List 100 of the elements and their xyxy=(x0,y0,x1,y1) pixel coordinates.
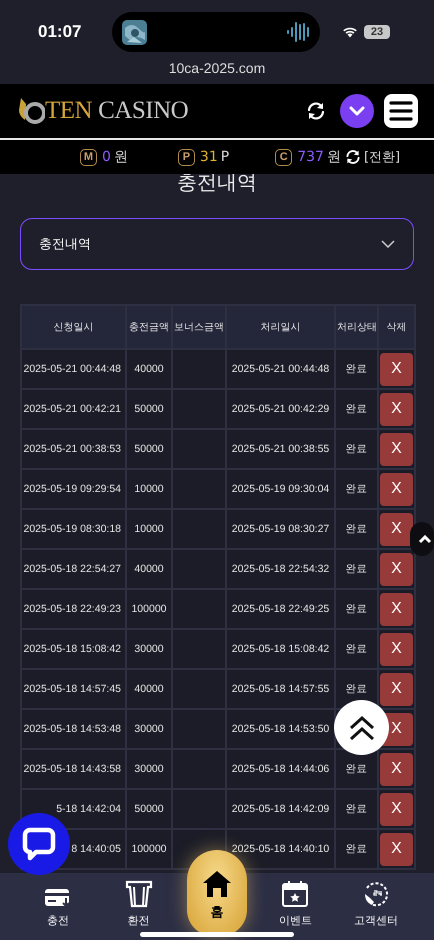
table-cell: 2025-05-18 15:08:42 xyxy=(232,643,330,655)
table-cell: 2025-05-18 22:54:32 xyxy=(232,563,330,575)
nav-tab[interactable]: 충전 xyxy=(26,888,90,928)
balance-amount: 737 xyxy=(297,149,324,165)
clock-time: 01:07 xyxy=(38,22,82,42)
table-cell: 2025-05-19 08:30:18 xyxy=(24,523,121,535)
column-header: 보너스금액 xyxy=(174,322,224,333)
table-cell: 2025-05-18 22:49:25 xyxy=(232,603,330,615)
column-header: 처리상태 xyxy=(337,322,377,333)
delete-button[interactable]: X xyxy=(380,832,413,866)
address-url[interactable]: 10ca-2025.com xyxy=(0,60,434,76)
column-header: 삭제 xyxy=(386,322,406,333)
table-cell: 30000 xyxy=(134,763,164,775)
chevron-up-icon xyxy=(418,534,432,544)
table-cell: 40000 xyxy=(134,683,164,695)
convert-link[interactable]: [전환] xyxy=(364,148,400,166)
table-cell: 2025-05-18 14:44:06 xyxy=(232,763,330,775)
currency-badge: M xyxy=(80,148,97,166)
balance-unit: P xyxy=(220,149,230,165)
table-cell: 50000 xyxy=(134,403,164,415)
table-cell: 2025-05-19 09:29:54 xyxy=(24,483,121,495)
delete-button[interactable]: X xyxy=(380,392,413,426)
delete-button[interactable]: X xyxy=(380,432,413,466)
table-cell: 2025-05-19 08:30:27 xyxy=(232,523,330,535)
delete-button[interactable]: X xyxy=(380,512,413,546)
home-icon xyxy=(202,870,232,898)
dropdown-button[interactable] xyxy=(340,94,374,128)
table-cell: 2025-05-21 00:44:48 xyxy=(232,363,330,375)
table-cell: 2025-05-18 14:57:45 xyxy=(24,683,121,695)
chat-icon xyxy=(22,827,56,861)
delete-button[interactable]: X xyxy=(380,752,413,786)
table-cell: 완료 xyxy=(346,523,368,535)
table-cell: 2025-05-21 00:42:21 xyxy=(24,403,121,415)
currency-badge: C xyxy=(275,148,292,166)
atm-icon xyxy=(124,880,153,908)
table-cell: 2025-05-21 00:42:29 xyxy=(232,403,330,415)
table-cell: 완료 xyxy=(346,563,368,575)
table-cell: 30000 xyxy=(134,643,164,655)
audio-wave-icon xyxy=(286,20,310,44)
table-cell: 완료 xyxy=(346,443,368,455)
table-cell: 30000 xyxy=(134,723,164,735)
balance-unit: 원 xyxy=(114,148,128,166)
menu-button[interactable] xyxy=(384,94,418,128)
battery-level: 23 xyxy=(364,25,390,39)
currency-badge: P xyxy=(178,148,195,166)
table-cell: 완료 xyxy=(346,483,368,495)
column-header: 신청일시 xyxy=(54,322,94,333)
calendar-icon xyxy=(281,880,310,908)
table-cell: 완료 xyxy=(346,683,368,695)
delete-button[interactable]: X xyxy=(380,792,413,826)
side-panel-button[interactable] xyxy=(410,522,434,556)
delete-button[interactable]: X xyxy=(380,592,413,626)
refresh-icon[interactable] xyxy=(306,101,326,121)
table-cell: 2025-05-21 00:38:55 xyxy=(232,443,330,455)
balance-amount: 0 xyxy=(102,149,111,165)
table-cell: 5-18 14:42:04 xyxy=(56,803,121,815)
table-cell: 완료 xyxy=(346,363,368,375)
table-cell: 완료 xyxy=(346,643,368,655)
delete-button[interactable]: X xyxy=(380,672,413,706)
nav-tab[interactable]: 환전 xyxy=(106,880,171,928)
table-cell: 2025-05-18 15:08:42 xyxy=(24,643,121,655)
delete-button[interactable]: X xyxy=(380,352,413,386)
table-cell: 완료 xyxy=(346,803,368,815)
table-cell: 2025-05-18 14:42:09 xyxy=(232,803,330,815)
table-cell: 완료 xyxy=(346,843,368,855)
refresh-icon[interactable] xyxy=(344,149,361,165)
table-cell: 2025-05-18 22:49:23 xyxy=(24,603,121,615)
table-cell: 8 14:40:05 xyxy=(71,843,121,855)
menu-icon xyxy=(389,101,413,121)
table-cell: 2025-05-21 00:38:53 xyxy=(24,443,121,455)
delete-button[interactable]: X xyxy=(380,552,413,586)
table-cell: 2025-05-18 14:43:58 xyxy=(24,763,121,775)
chevron-down-icon xyxy=(381,240,395,248)
column-header: 충전금액 xyxy=(129,322,169,333)
logo-mark-icon xyxy=(17,96,45,126)
table-cell: 2025-05-18 14:53:50 xyxy=(232,723,330,735)
balance-amount: 31 xyxy=(200,149,218,165)
table-cell: 50000 xyxy=(134,443,164,455)
table-cell: 2025-05-18 14:57:55 xyxy=(232,683,330,695)
table-cell: 완료 xyxy=(346,763,368,775)
table-cell: 완료 xyxy=(346,403,368,415)
delete-button[interactable]: X xyxy=(380,632,413,666)
chevron-down-icon xyxy=(349,106,365,116)
site-logo[interactable]: TEN CASINO xyxy=(45,97,188,125)
table-cell: 2025-05-19 09:30:04 xyxy=(232,483,330,495)
table-cell: 100000 xyxy=(131,603,167,615)
delete-button[interactable]: X xyxy=(380,472,413,506)
balance-unit: 원 xyxy=(326,148,341,166)
nav-tab[interactable]: 고객센터 xyxy=(344,880,408,928)
table-cell: 2025-05-18 14:53:48 xyxy=(24,723,121,735)
column-header: 처리일시 xyxy=(260,322,300,333)
table-cell: 50000 xyxy=(134,803,164,815)
history-type-select[interactable]: 충전내역 xyxy=(20,218,414,270)
table-cell: 100000 xyxy=(131,843,167,855)
table-cell: 10000 xyxy=(134,523,164,535)
table-cell: 2025-05-21 00:44:48 xyxy=(24,363,121,375)
table-cell: 10000 xyxy=(134,483,164,495)
table-cell: 2025-05-18 22:54:27 xyxy=(24,563,121,575)
table-cell: 완료 xyxy=(346,603,368,615)
nav-tab[interactable]: 이벤트 xyxy=(263,880,328,928)
